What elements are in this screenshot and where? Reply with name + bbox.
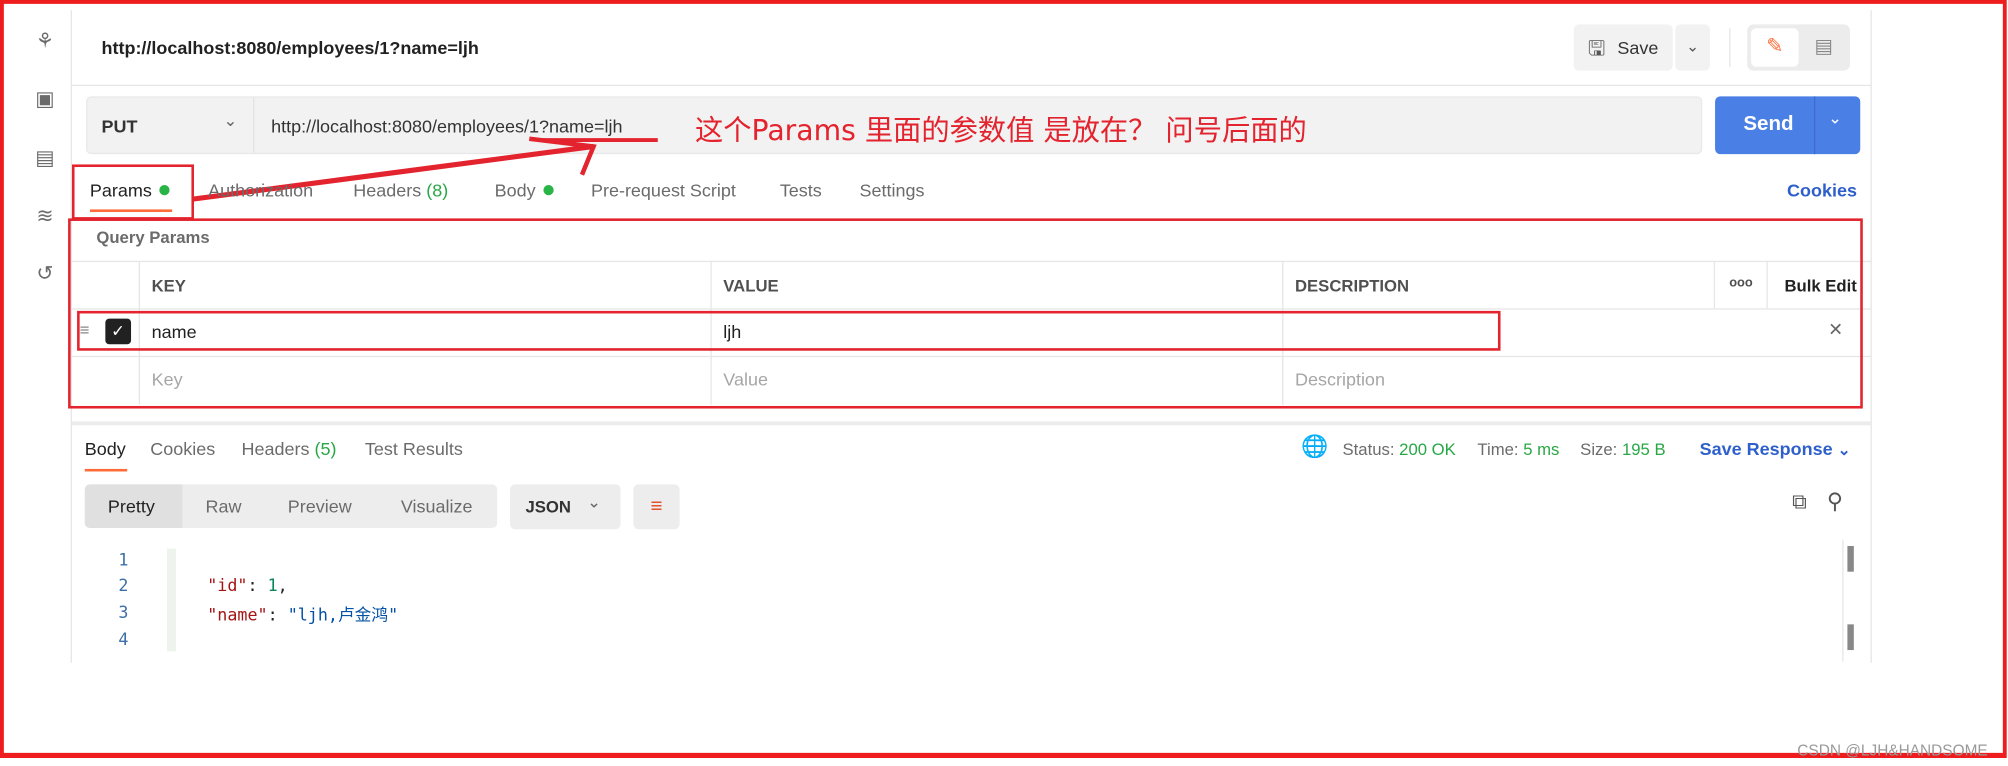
response-tab-headers[interactable]: Headers (5) xyxy=(242,438,337,459)
tab-settings[interactable]: Settings xyxy=(859,180,924,201)
view-preview[interactable]: Preview xyxy=(288,496,352,517)
line-number: 3 xyxy=(118,603,129,623)
copy-icon[interactable]: ⧉ xyxy=(1792,492,1807,515)
active-response-tab-underline xyxy=(84,468,128,472)
tab-authorization[interactable]: Authorization xyxy=(208,180,313,201)
scrollbar-bottom[interactable] xyxy=(1847,624,1854,651)
chevron-down-icon: ⌄ xyxy=(587,492,602,512)
line-number: 1 xyxy=(118,550,129,570)
search-icon[interactable]: ⚲ xyxy=(1827,489,1843,515)
view-pretty[interactable]: Pretty xyxy=(108,496,155,517)
response-size: Size: 195 B xyxy=(1580,439,1666,459)
view-visualize[interactable]: Visualize xyxy=(401,496,473,517)
code-line: 2 "id": 1, xyxy=(103,574,288,600)
response-tab-body[interactable]: Body xyxy=(85,438,126,459)
tab-tests[interactable]: Tests xyxy=(780,180,822,201)
response-time: Time: 5 ms xyxy=(1477,439,1560,459)
view-raw[interactable]: Raw xyxy=(206,496,242,517)
code-text: "id": 1, xyxy=(207,577,288,597)
view-mode-segmented: Pretty Raw Preview Visualize xyxy=(84,484,498,529)
line-number: 2 xyxy=(118,577,129,597)
bracket-gutter-highlight xyxy=(167,548,177,652)
annotation-params-box xyxy=(71,164,194,220)
wrap-lines-icon[interactable]: ≡ xyxy=(633,484,680,530)
code-text: "name": "ljh,卢金鸿" xyxy=(207,606,399,626)
code-line: 1{ xyxy=(103,547,177,573)
response-tab-cookies[interactable]: Cookies xyxy=(150,438,215,459)
cookies-link[interactable]: Cookies xyxy=(1787,180,1857,201)
save-response-button[interactable]: Save Response ⌄ xyxy=(1700,438,1851,459)
format-select[interactable]: JSON ⌄ xyxy=(510,484,621,530)
annotation-arrow-head xyxy=(529,136,597,176)
globe-icon[interactable]: 🌐 xyxy=(1301,434,1328,460)
code-line: 4} xyxy=(103,627,177,653)
code-line: 3 "name": "ljh,卢金鸿" xyxy=(103,600,398,626)
line-number: 4 xyxy=(118,630,129,650)
watermark: CSDN @LJH&HANDSOME xyxy=(1797,741,1988,760)
scroll-track xyxy=(1842,539,1844,662)
tab-pre-request-script[interactable]: Pre-request Script xyxy=(591,180,736,201)
annotation-param-row-box xyxy=(77,310,1501,351)
response-body-code: 1{2 "id": 1,3 "name": "ljh,卢金鸿"4} xyxy=(103,547,1850,663)
scrollbar-top[interactable] xyxy=(1847,545,1854,572)
tab-body[interactable]: Body xyxy=(495,180,554,200)
chevron-down-icon: ⌄ xyxy=(1837,440,1851,459)
tab-headers[interactable]: Headers (8) xyxy=(353,180,448,201)
response-divider xyxy=(71,421,1871,426)
body-dot-indicator xyxy=(543,184,554,196)
response-status: Status: 200 OK xyxy=(1342,439,1456,459)
response-tab-test-results[interactable]: Test Results xyxy=(365,438,463,459)
